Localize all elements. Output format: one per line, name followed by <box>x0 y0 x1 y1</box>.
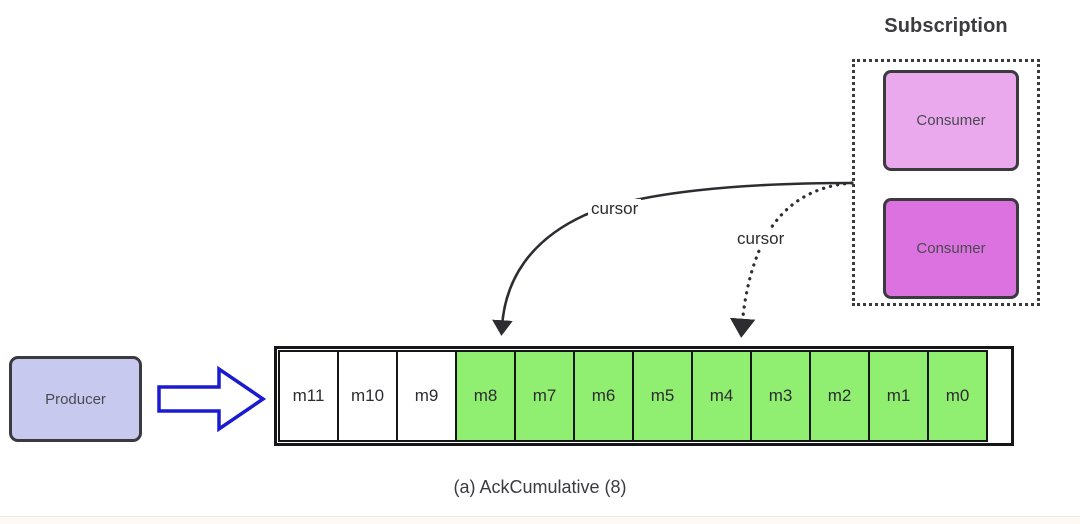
message-cell-label: m9 <box>414 386 439 405</box>
message-cell-label: m0 <box>945 386 970 405</box>
figure-caption: (a) AckCumulative (8) <box>453 477 627 497</box>
message-cell[interactable]: m5 <box>632 350 693 442</box>
message-cell[interactable]: m11 <box>278 350 339 442</box>
consumer-box-1[interactable]: Consumer <box>883 70 1019 171</box>
subscription-title: Subscription <box>884 15 1008 37</box>
message-cell[interactable]: m4 <box>691 350 752 442</box>
message-cell[interactable]: m3 <box>750 350 811 442</box>
cursor-arrow-solid <box>492 181 853 336</box>
consumer-label: Consumer <box>916 240 986 257</box>
message-cell-label: m8 <box>473 386 498 405</box>
cursor-label-dotted: cursor <box>734 229 788 249</box>
message-cell[interactable]: m7 <box>514 350 575 442</box>
cursor-arrow-dotted <box>729 181 854 338</box>
message-cell[interactable]: m6 <box>573 350 634 442</box>
diagram-canvas: Subscription Consumer Consumer Producer … <box>0 0 1080 524</box>
producer-flow-arrow-icon <box>157 365 267 433</box>
message-queue-cells: m11 m10 m9 m8 m7 m6 m5 m4 m3 m2 m1 m0 <box>278 350 988 442</box>
message-cell[interactable]: m2 <box>809 350 870 442</box>
producer-box[interactable]: Producer <box>9 356 142 442</box>
message-cell[interactable]: m0 <box>927 350 988 442</box>
message-cell-label: m2 <box>827 386 852 405</box>
message-cell-label: m5 <box>650 386 675 405</box>
message-cell[interactable]: m9 <box>396 350 457 442</box>
producer-label: Producer <box>45 390 106 408</box>
message-cell[interactable]: m8 <box>455 350 516 442</box>
message-cell-label: m1 <box>886 386 911 405</box>
message-cell-label: m11 <box>292 386 325 405</box>
consumer-label: Consumer <box>916 112 986 129</box>
message-cell-label: m6 <box>591 386 616 405</box>
message-cell[interactable]: m1 <box>868 350 929 442</box>
consumer-box-2[interactable]: Consumer <box>883 198 1019 299</box>
message-cell-label: m4 <box>709 386 734 405</box>
cursor-label-solid: cursor <box>588 199 642 219</box>
subscription-group: Consumer Consumer <box>852 59 1040 306</box>
message-cell-label: m7 <box>532 386 557 405</box>
message-cell-label: m3 <box>768 386 793 405</box>
message-cell-label: m10 <box>350 386 385 405</box>
message-cell[interactable]: m10 <box>337 350 398 442</box>
